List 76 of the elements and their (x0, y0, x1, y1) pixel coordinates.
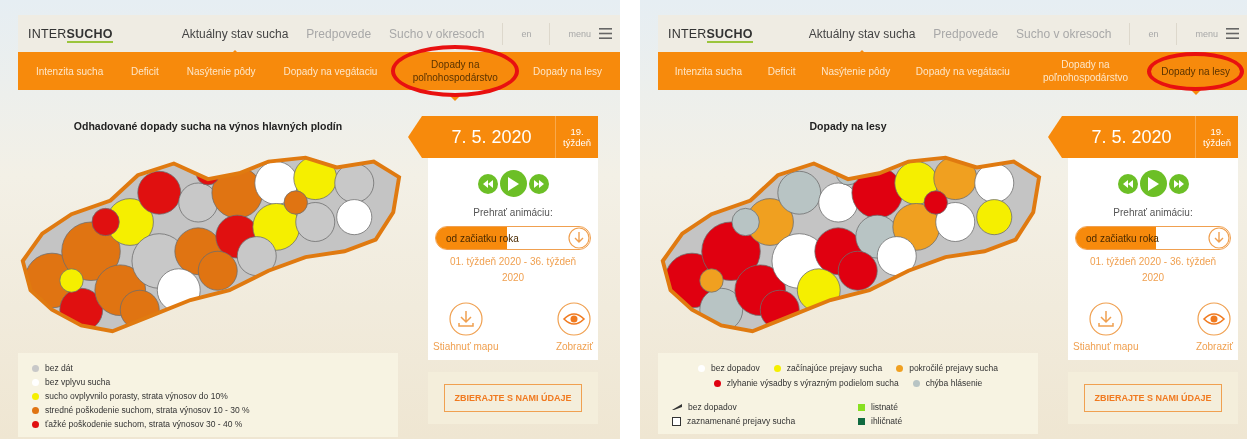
menu-icon (599, 28, 612, 39)
legend-label: ťažké poškodenie suchom, strata výnosov 30 - 40 % (45, 419, 243, 429)
week-number: 19. (1210, 126, 1224, 137)
menu-button[interactable]: menu (1195, 28, 1239, 39)
legend-label: listnaté (871, 402, 898, 412)
animation-label: Prehrať animáciu: (473, 207, 553, 218)
legend-label: bez dát (45, 363, 73, 373)
legend-label: zlyhanie výsadby s výrazným podielom sucha (726, 378, 899, 388)
legend-label: chýba hlásenie (925, 378, 983, 388)
nav-link[interactable]: Aktuálny stav sucha (808, 26, 916, 41)
subnav-tab[interactable]: Deficit (131, 64, 159, 78)
subnav-tab[interactable]: Intenzita sucha (35, 64, 104, 78)
fast-forward-button[interactable] (528, 173, 549, 194)
map-title: Odhadované dopady sucha na výnos hlavných plodín (73, 120, 343, 132)
fast-forward-button[interactable] (1168, 173, 1189, 194)
legend-label: pokročilé prejavy sucha (909, 363, 998, 373)
legend-label: sucho ovplyvnilo porasty, strata výnosov do 10% (45, 391, 228, 401)
language-link[interactable]: en (521, 28, 532, 39)
show-button[interactable]: Zobraziť (1195, 302, 1233, 352)
week-label: týždeň (1203, 137, 1231, 148)
fast-forward-icon (1173, 179, 1184, 188)
collect-data-button[interactable]: ZBIERAJTE S NAMI ÚDAJE (1084, 384, 1222, 412)
subnav-tab[interactable]: Dopady na poľnohospodárstvo (1035, 58, 1136, 84)
week-number: 19. (570, 126, 584, 137)
rewind-icon (482, 179, 493, 188)
eye-icon (557, 302, 592, 336)
date-label: 7. 5. 2020 (450, 126, 533, 148)
language-link[interactable]: en (1148, 28, 1159, 39)
outline-square-icon (672, 416, 681, 426)
collect-data-button[interactable]: ZBIERAJTE S NAMI ÚDAJE (444, 384, 582, 412)
subnav-tab[interactable]: Dopady na vegátaciu (283, 64, 378, 78)
subnav-tab[interactable]: Dopady na lesy (533, 64, 603, 78)
rewind-icon (1122, 179, 1133, 188)
legend-label: stredné poškodenie suchom, strata výnosov 10 - 30 % (45, 405, 250, 415)
date-range-text: 01. týždeň 2020 - 36. týždeň 2020 (1088, 255, 1218, 285)
logo[interactable]: INTERSUCHO (668, 26, 753, 41)
subnav-tab[interactable]: Dopady na poľnohospodárstvo (405, 58, 506, 84)
play-button[interactable] (499, 170, 527, 197)
logo[interactable]: INTERSUCHO (28, 26, 113, 41)
download-map-button[interactable]: Stiahnuť mapu (1073, 302, 1139, 352)
date-range-text: 01. týždeň 2020 - 36. týždeň 2020 (448, 255, 578, 285)
rewind-button[interactable] (477, 173, 498, 194)
download-map-button[interactable]: Stiahnuť mapu (433, 302, 499, 352)
legend-label: začínajúce prejavy sucha (786, 363, 883, 373)
subnav-tab[interactable]: Dopady na vegátaciu (915, 64, 1010, 78)
legend-label: bez dopadov (711, 363, 760, 373)
legend-label: ihličnaté (871, 416, 903, 426)
download-icon (448, 302, 483, 336)
play-icon (507, 176, 519, 191)
map-title: Dopady na lesy (809, 120, 887, 132)
week-label: týždeň (563, 137, 591, 148)
play-icon (1147, 176, 1159, 191)
subnav-tab[interactable]: Nasýtenie pôdy (821, 64, 891, 78)
nav-link[interactable]: Predpovede (933, 26, 999, 41)
legend-label: bez dopadov (688, 402, 737, 412)
nav-link[interactable]: Predpovede (306, 26, 372, 41)
nav-link[interactable]: Sucho v okresoch (1016, 26, 1112, 41)
subnav-tab[interactable]: Dopady na lesy (1161, 64, 1231, 78)
legend-label: zaznamenané prejavy sucha (687, 416, 796, 426)
legend-label: bez vplyvu sucha (45, 377, 111, 387)
rewind-button[interactable] (1117, 173, 1138, 194)
subnav-tab[interactable]: Intenzita sucha (674, 64, 743, 78)
animation-label: Prehrať animáciu: (1113, 207, 1193, 218)
nav-link[interactable]: Aktuálny stav sucha (181, 26, 289, 41)
subnav-tab[interactable]: Deficit (767, 64, 796, 78)
date-label: 7. 5. 2020 (1090, 126, 1173, 148)
eye-icon (1197, 302, 1232, 336)
menu-button[interactable]: menu (568, 28, 612, 39)
subnav-tab[interactable]: Nasýtenie pôdy (186, 64, 256, 78)
line-symbol-icon (672, 404, 682, 410)
fast-forward-icon (533, 179, 544, 188)
nav-link[interactable]: Sucho v okresoch (389, 26, 485, 41)
show-button[interactable]: Zobraziť (555, 302, 593, 352)
menu-icon (1226, 28, 1239, 39)
download-icon (1088, 302, 1123, 336)
play-button[interactable] (1139, 170, 1167, 197)
